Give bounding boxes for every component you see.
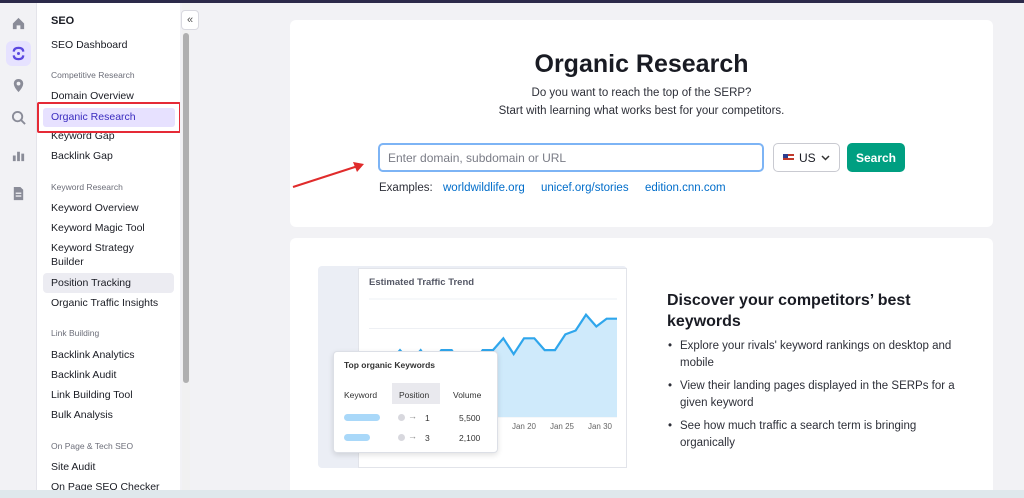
column-keyword: Keyword	[344, 390, 378, 400]
x-tick-label: Jan 25	[550, 422, 575, 431]
arrow-right-icon: →	[408, 431, 417, 441]
section-on-page-tech-seo: On Page & Tech SEO	[51, 441, 134, 451]
sidebar-scrollbar[interactable]	[182, 3, 190, 498]
example-link-worldwildlife[interactable]: worldwildlife.org	[443, 182, 525, 194]
section-link-building: Link Building	[51, 328, 100, 338]
sidebar-item-domain-overview[interactable]: Domain Overview	[51, 90, 134, 102]
us-flag-icon	[783, 153, 794, 162]
hero-subtitle-line1: Do you want to reach the top of the SERP…	[531, 87, 752, 99]
hero-subtitle-line2: Start with learning what works best for …	[498, 105, 785, 117]
ai-search-icon[interactable]	[6, 105, 31, 130]
organic-research-highlight-box: Organic Research	[37, 102, 180, 133]
sidebar-item-keyword-strategy-builder-line2[interactable]: Builder	[51, 256, 84, 268]
volume-value: 5,500	[459, 413, 481, 423]
database-value: US	[799, 150, 816, 165]
arrow-right-icon: →	[408, 411, 417, 421]
bullet-item: Explore your rivals' keyword rankings on…	[668, 338, 968, 372]
sidebar-item-site-audit[interactable]: Site Audit	[51, 461, 95, 473]
position-value: 3	[425, 433, 430, 443]
sidebar-item-keyword-magic-tool[interactable]: Keyword Magic Tool	[51, 222, 145, 234]
sidebar-item-link-building-tool[interactable]: Link Building Tool	[51, 389, 133, 401]
os-taskbar	[0, 490, 1024, 498]
section-keyword-research: Keyword Research	[51, 182, 123, 192]
promo-bullet-list: Explore your rivals' keyword rankings on…	[668, 338, 968, 458]
sidebar-item-bulk-analysis[interactable]: Bulk Analysis	[51, 409, 113, 421]
keyword-placeholder-bar	[344, 434, 370, 441]
example-link-unicef[interactable]: unicef.org/stories	[541, 182, 629, 194]
search-button[interactable]: Search	[847, 143, 905, 172]
collapse-sidebar-icon[interactable]: «	[181, 10, 199, 30]
top-keywords-card: Top organic Keywords Keyword Position Vo…	[333, 351, 498, 453]
example-link-cnn[interactable]: edition.cnn.com	[645, 182, 726, 194]
seo-sidebar: SEO SEO Dashboard Competitive Research D…	[37, 3, 180, 498]
chevron-down-icon	[821, 154, 830, 161]
organic-research-search-card: Organic Research Do you want to reach th…	[290, 20, 993, 227]
sidebar-item-keyword-strategy-builder[interactable]: Keyword Strategy	[51, 242, 134, 254]
sidebar-item-backlink-gap[interactable]: Backlink Gap	[51, 150, 113, 162]
sidebar-item-organic-research[interactable]: Organic Research	[51, 111, 136, 123]
x-tick-label: Jan 20	[512, 422, 537, 431]
home-icon[interactable]	[6, 11, 31, 36]
sidebar-item-keyword-overview[interactable]: Keyword Overview	[51, 202, 139, 214]
annotation-arrow	[292, 162, 364, 188]
sidebar-item-backlink-audit[interactable]: Backlink Audit	[51, 369, 116, 381]
promo-heading: Discover your competitors’ best keywords	[667, 292, 911, 330]
scrollbar-thumb[interactable]	[183, 33, 189, 383]
previous-position-dot	[398, 434, 405, 441]
previous-position-dot	[398, 414, 405, 421]
sidebar-item-seo-dashboard[interactable]: SEO Dashboard	[51, 39, 127, 51]
bullet-item: View their landing pages displayed in th…	[668, 378, 968, 412]
bullet-item: See how much traffic a search term is br…	[668, 418, 968, 452]
column-volume: Volume	[453, 390, 482, 400]
keyword-placeholder-bar	[344, 414, 380, 421]
reports-chart-icon[interactable]	[6, 143, 31, 168]
page-title: Organic Research	[534, 50, 749, 78]
local-pin-icon[interactable]	[6, 73, 31, 98]
keywords-card-title: Top organic Keywords	[344, 360, 435, 370]
seo-toolkit-icon[interactable]	[6, 41, 31, 66]
volume-value: 2,100	[459, 433, 481, 443]
icon-rail	[0, 3, 37, 498]
column-position: Position	[399, 390, 430, 400]
section-competitive-research: Competitive Research	[51, 70, 135, 80]
document-icon[interactable]	[6, 181, 31, 206]
x-tick-label: Jan 30	[588, 422, 613, 431]
database-select[interactable]: US	[773, 143, 840, 172]
position-value: 1	[425, 413, 430, 423]
sidebar-item-organic-traffic-insights[interactable]: Organic Traffic Insights	[51, 297, 158, 309]
sidebar-title: SEO	[51, 15, 75, 27]
sidebar-item-backlink-analytics[interactable]: Backlink Analytics	[51, 349, 134, 361]
sidebar-item-position-tracking[interactable]: Position Tracking	[51, 277, 131, 289]
examples-label: Examples:	[379, 182, 433, 194]
domain-search-input[interactable]	[378, 143, 764, 172]
